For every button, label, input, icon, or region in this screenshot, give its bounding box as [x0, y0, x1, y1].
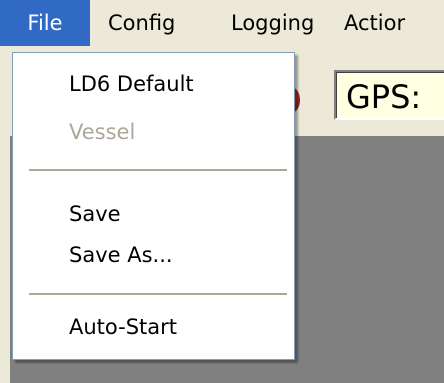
menu-bar: File Config Logging Actior: [0, 0, 444, 50]
menu-item-auto-start[interactable]: Auto-Start: [69, 312, 177, 342]
menu-config[interactable]: Config: [108, 0, 175, 46]
menu-logging[interactable]: Logging: [231, 0, 314, 46]
file-menu-dropdown: LD6 Default Vessel Save Save As... Auto-…: [12, 52, 295, 360]
gps-status-field: GPS:: [334, 70, 444, 120]
menu-item-ld6-default[interactable]: LD6 Default: [69, 69, 194, 99]
menu-action[interactable]: Actior: [344, 0, 405, 46]
workspace-border: [0, 136, 10, 383]
menu-item-vessel: Vessel: [69, 120, 136, 144]
menu-item-save-as[interactable]: Save As...: [69, 240, 173, 270]
menu-separator: [29, 169, 287, 171]
menu-file[interactable]: File: [0, 0, 90, 46]
menu-separator: [29, 293, 287, 295]
menu-item-save[interactable]: Save: [69, 199, 121, 229]
